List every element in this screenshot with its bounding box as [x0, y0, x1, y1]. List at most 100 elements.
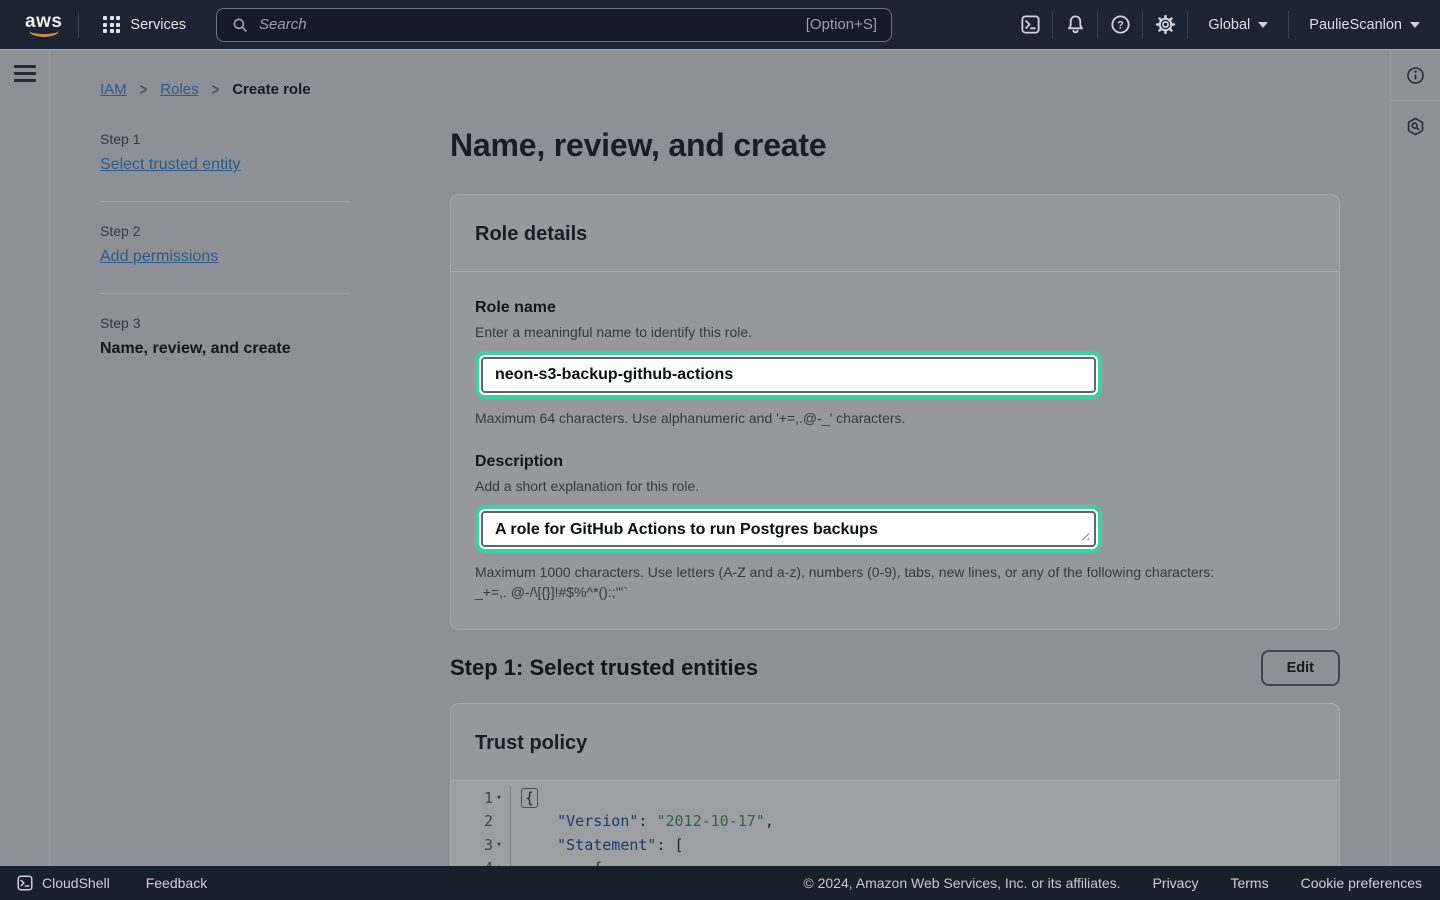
chevron-right-icon: > — [212, 80, 220, 99]
resources-panel-button[interactable] — [1391, 101, 1440, 151]
wizard-step-2: Step 2 Add permissions — [100, 223, 350, 266]
role-details-card: Role details Role name Enter a meaningfu… — [450, 194, 1340, 630]
settings-button[interactable] — [1143, 5, 1187, 45]
description-hint: Maximum 1000 characters. Use letters (A-… — [475, 562, 1315, 602]
line-number: 1 — [484, 789, 493, 807]
hamburger-icon — [14, 65, 36, 68]
description-hint-line1: Maximum 1000 characters. Use letters (A-… — [475, 562, 1315, 582]
caret-down-icon — [1410, 22, 1420, 28]
right-rail — [1390, 51, 1440, 866]
page-title: Name, review, and create — [450, 127, 1340, 164]
code-line: 2 "Version": "2012-10-17", — [451, 810, 1339, 834]
code-text: "Version": "2012-10-17", — [511, 812, 774, 830]
region-selector[interactable]: Global — [1188, 17, 1288, 33]
role-name-helper: Enter a meaningful name to identify this… — [475, 324, 1315, 340]
chevron-right-icon: > — [140, 80, 148, 99]
step-number-label: Step 1 — [100, 131, 350, 147]
description-helper: Add a short explanation for this role. — [475, 478, 1315, 494]
step-1-link[interactable]: Select trusted entity — [100, 156, 241, 174]
wizard-step-1: Step 1 Select trusted entity — [100, 131, 350, 174]
code-text: { — [511, 859, 602, 866]
trust-policy-card: Trust policy 1▾{2 "Version": "2012-10-17… — [450, 703, 1340, 866]
step-divider — [100, 201, 350, 202]
copyright-text: © 2024, Amazon Web Services, Inc. or its… — [803, 875, 1120, 891]
role-name-label: Role name — [475, 299, 1315, 317]
trusted-entities-section-header: Step 1: Select trusted entities Edit — [450, 650, 1340, 686]
breadcrumb-roles-link[interactable]: Roles — [160, 81, 198, 98]
code-line: 4▾ { — [451, 857, 1339, 867]
trust-policy-title: Trust policy — [451, 704, 1339, 781]
cloudshell-terminal-icon — [16, 874, 34, 892]
cookie-preferences-link[interactable]: Cookie preferences — [1301, 875, 1422, 891]
notifications-button[interactable] — [1053, 5, 1097, 45]
bell-icon — [1064, 13, 1087, 36]
aws-logo[interactable]: aws — [25, 13, 62, 37]
code-lines: 1▾{2 "Version": "2012-10-17",3▾ "Stateme… — [451, 786, 1339, 866]
sidebar-menu-button[interactable] — [14, 65, 36, 82]
search-input[interactable] — [259, 16, 806, 33]
step-divider — [100, 293, 350, 294]
role-name-input[interactable] — [481, 357, 1096, 393]
wizard-step-3: Step 3 Name, review, and create — [100, 315, 350, 358]
breadcrumb: IAM > Roles > Create role — [100, 81, 311, 98]
user-menu[interactable]: PaulieScanlon — [1289, 17, 1424, 33]
code-line: 3▾ "Statement": [ — [451, 833, 1339, 857]
cloudshell-terminal-icon — [1019, 13, 1042, 36]
search-shortcut-hint: [Option+S] — [806, 16, 877, 33]
role-name-highlight-ring — [475, 351, 1102, 399]
help-button[interactable]: ? — [1098, 5, 1142, 45]
description-textarea[interactable]: A role for GitHub Actions to run Postgre… — [481, 511, 1096, 547]
topbar-divider — [78, 12, 79, 38]
cloudshell-label: CloudShell — [42, 875, 110, 891]
edit-button[interactable]: Edit — [1261, 650, 1340, 686]
description-hint-line2: _+=,. @-/\[{}]!#$%^*():;'"` — [475, 582, 1315, 602]
main-content: Name, review, and create Role details Ro… — [450, 51, 1340, 866]
privacy-link[interactable]: Privacy — [1153, 875, 1199, 891]
caret-down-icon — [1258, 22, 1268, 28]
role-name-hint: Maximum 64 characters. Use alphanumeric … — [475, 408, 1315, 428]
grid-menu-icon — [103, 16, 120, 33]
gear-icon — [1154, 13, 1177, 36]
role-details-title: Role details — [451, 195, 1339, 272]
services-label: Services — [130, 17, 186, 33]
line-number: 2 — [484, 812, 493, 830]
code-line: 1▾ { — [451, 786, 1339, 810]
code-text: "Statement": [ — [511, 836, 684, 854]
aws-logo-text: aws — [25, 13, 62, 30]
info-panel-button[interactable] — [1391, 51, 1440, 101]
question-circle-icon: ? — [1109, 13, 1132, 36]
trust-policy-code-editor[interactable]: 1▾{2 "Version": "2012-10-17",3▾ "Stateme… — [451, 781, 1339, 866]
user-name-label: PaulieScanlon — [1309, 17, 1402, 33]
footer-cloudshell-button[interactable]: CloudShell — [16, 874, 110, 892]
section-title: Step 1: Select trusted entities — [450, 655, 758, 681]
step-number-label: Step 2 — [100, 223, 350, 239]
step-2-link[interactable]: Add permissions — [100, 248, 218, 266]
terms-link[interactable]: Terms — [1230, 875, 1268, 891]
page-content: IAM > Roles > Create role Step 1 Select … — [0, 51, 1440, 866]
code-text: { — [511, 789, 538, 807]
step-number-label: Step 3 — [100, 315, 350, 331]
global-search[interactable]: [Option+S] — [216, 8, 892, 42]
services-menu-button[interactable]: Services — [95, 10, 194, 39]
resources-hexagon-icon — [1405, 116, 1426, 137]
search-magnifier-icon — [231, 16, 249, 34]
breadcrumb-iam-link[interactable]: IAM — [100, 81, 127, 98]
svg-text:?: ? — [1117, 20, 1124, 32]
left-rail — [0, 51, 50, 866]
description-label: Description — [475, 453, 1315, 471]
top-navigation-bar: aws Services [Option+S] ? Global — [0, 0, 1440, 50]
breadcrumb-current: Create role — [232, 81, 310, 98]
info-circle-icon — [1405, 65, 1426, 86]
fold-caret-icon[interactable]: ▾ — [493, 793, 505, 803]
footer-feedback-button[interactable]: Feedback — [146, 875, 207, 891]
line-number: 4 — [484, 859, 493, 866]
feedback-label: Feedback — [146, 875, 207, 891]
fold-caret-icon[interactable]: ▾ — [493, 840, 505, 850]
region-label: Global — [1208, 17, 1250, 33]
line-number: 3 — [484, 836, 493, 854]
description-highlight-ring: A role for GitHub Actions to run Postgre… — [475, 505, 1102, 553]
cloudshell-button[interactable] — [1008, 5, 1052, 45]
wizard-steps: Step 1 Select trusted entity Step 2 Add … — [100, 131, 350, 358]
footer-bar: CloudShell Feedback © 2024, Amazon Web S… — [0, 866, 1440, 900]
aws-smile-icon — [29, 30, 59, 37]
